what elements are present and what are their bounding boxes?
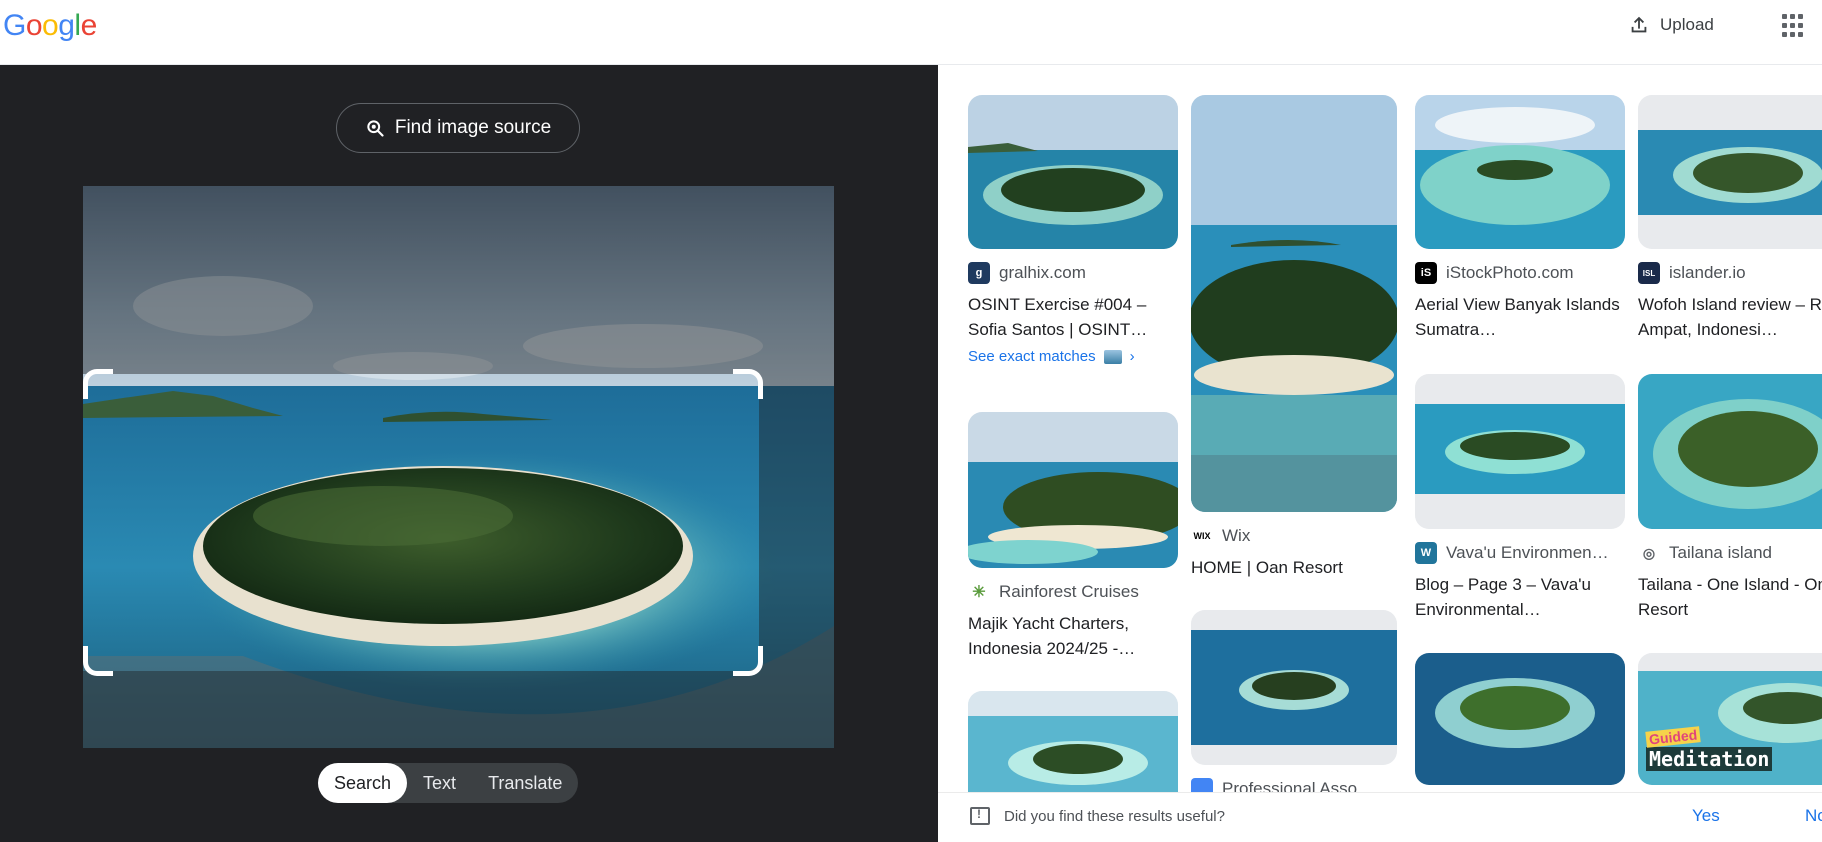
exact-match-thumbnail	[1103, 349, 1122, 364]
result-source: gralhix.com	[999, 263, 1086, 282]
overlay-line-1: Guided	[1645, 726, 1701, 748]
favicon-icon: ◎	[1638, 542, 1660, 564]
visual-matches: g gralhix.com OSINT Exercise #004 – Sofia…	[938, 65, 1822, 792]
see-exact-matches-link[interactable]: See exact matches ›	[968, 348, 1178, 365]
tab-search[interactable]: Search	[318, 763, 408, 803]
result-card[interactable]: WIX Wix HOME | Oan Resort	[1191, 95, 1397, 580]
result-source: iStockPhoto.com	[1446, 263, 1574, 282]
result-thumbnail[interactable]: Guided Meditation	[1638, 653, 1822, 785]
favicon-icon: ✳	[968, 581, 990, 603]
result-title[interactable]: Aerial View Banyak Islands Sumatra…	[1415, 292, 1625, 342]
logo-letter: o	[42, 9, 59, 42]
favicon-icon: g	[968, 262, 990, 284]
result-thumbnail[interactable]	[1638, 95, 1822, 249]
overlay-line-2: Meditation	[1646, 747, 1773, 771]
feedback-no-button[interactable]: No	[1805, 806, 1822, 826]
result-title[interactable]: Wofoh Island review – Raja Ampat, Indone…	[1638, 292, 1822, 342]
google-logo[interactable]: Google	[3, 9, 97, 43]
result-title[interactable]: OSINT Exercise #004 – Sofia Santos | OSI…	[968, 292, 1178, 342]
chevron-right-icon: ›	[1129, 348, 1135, 365]
result-thumbnail[interactable]	[968, 691, 1178, 792]
query-image[interactable]	[83, 186, 834, 748]
result-card[interactable]: g gralhix.com OSINT Exercise #004 – Sofia…	[968, 95, 1178, 365]
lens-panel: Find image source Search Text Translate	[0, 65, 938, 842]
result-thumbnail[interactable]	[1191, 610, 1397, 765]
crop-dim-top	[83, 186, 834, 374]
result-thumbnail[interactable]	[968, 412, 1178, 568]
crop-handle-top-right[interactable]	[733, 369, 763, 399]
result-source: islander.io	[1669, 263, 1746, 282]
logo-letter: o	[25, 9, 43, 42]
result-card[interactable]: ✳ Rainforest Cruises Majik Yacht Charters…	[968, 412, 1178, 661]
upload-icon	[1631, 16, 1647, 33]
feedback-question: Did you find these results useful?	[1004, 808, 1225, 825]
result-thumbnail[interactable]	[1415, 653, 1625, 785]
result-thumbnail[interactable]	[1415, 95, 1625, 249]
crop-dim-bottom	[83, 671, 834, 748]
lens-search-icon	[367, 120, 384, 137]
tab-translate[interactable]: Translate	[472, 763, 578, 803]
result-card[interactable]: ISL islander.io Wofoh Island review – Raj…	[1638, 95, 1822, 342]
favicon-icon	[1191, 778, 1213, 792]
top-bar: Google Upload	[0, 0, 1822, 65]
result-source: Tailana island	[1669, 543, 1773, 562]
feedback-bar: Did you find these results useful? Yes N…	[938, 792, 1822, 842]
result-card[interactable]: Professional Asso…	[1191, 610, 1397, 792]
crop-handle-top-left[interactable]	[83, 369, 113, 399]
result-title[interactable]: Majik Yacht Charters, Indonesia 2024/25 …	[968, 611, 1178, 661]
result-thumbnail[interactable]	[1415, 374, 1625, 529]
crop-handle-bottom-left[interactable]	[83, 646, 113, 676]
result-card[interactable]: Guided Meditation	[1638, 653, 1822, 785]
upload-label: Upload	[1660, 15, 1714, 34]
favicon-icon: iS	[1415, 262, 1437, 284]
tab-text[interactable]: Text	[407, 763, 472, 803]
exact-matches-label: See exact matches	[968, 348, 1096, 365]
result-thumbnail[interactable]	[1191, 95, 1397, 512]
crop-handle-bottom-right[interactable]	[733, 646, 763, 676]
find-image-source-label: Find image source	[394, 117, 552, 138]
result-card[interactable]: iS iStockPhoto.com Aerial View Banyak Isl…	[1415, 95, 1625, 342]
logo-letter: G	[3, 9, 26, 42]
lens-mode-tabs: Search Text Translate	[318, 763, 579, 803]
favicon-icon: ISL	[1638, 262, 1660, 284]
result-title[interactable]: HOME | Oan Resort	[1191, 555, 1397, 580]
favicon-icon: WIX	[1191, 525, 1213, 547]
feedback-yes-button[interactable]: Yes	[1692, 806, 1720, 826]
upload-button[interactable]: Upload	[1616, 8, 1726, 42]
logo-letter: g	[58, 9, 75, 42]
feedback-icon	[970, 807, 990, 825]
result-source: Vava'u Environmen…	[1446, 543, 1609, 562]
result-card[interactable]	[1415, 653, 1625, 785]
result-card[interactable]	[968, 691, 1178, 792]
crop-dim-right	[759, 374, 834, 671]
favicon-icon: W	[1415, 542, 1437, 564]
thumbnail-overlay-text: Guided Meditation	[1645, 726, 1773, 771]
result-title[interactable]: Blog – Page 3 – Vava'u Environmental…	[1415, 572, 1625, 622]
result-thumbnail[interactable]	[968, 95, 1178, 249]
find-image-source-button[interactable]: Find image source	[336, 103, 580, 153]
result-source: Wix	[1222, 526, 1251, 545]
result-card[interactable]: ◎ Tailana island Tailana - One Island - O…	[1638, 374, 1822, 622]
result-source: Rainforest Cruises	[999, 582, 1139, 601]
result-thumbnail[interactable]	[1638, 374, 1822, 529]
result-card[interactable]: W Vava'u Environmen… Blog – Page 3 – Vava…	[1415, 374, 1625, 622]
result-source: Professional Asso…	[1222, 779, 1375, 792]
apps-grid-icon[interactable]	[1782, 14, 1806, 38]
logo-letter: e	[80, 9, 98, 42]
result-title[interactable]: Tailana - One Island - One Resort	[1638, 572, 1822, 622]
